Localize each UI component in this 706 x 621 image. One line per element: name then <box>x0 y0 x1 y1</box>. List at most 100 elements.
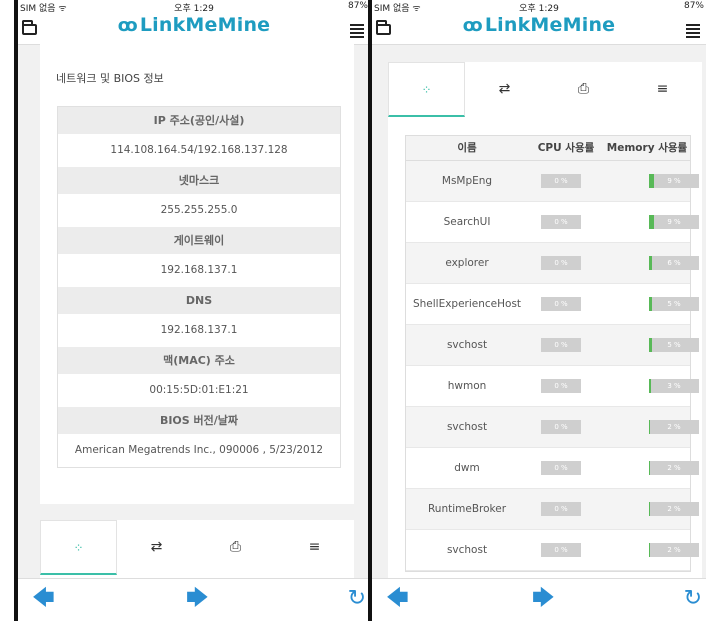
col-name: 이름 <box>457 142 477 154</box>
process-table: 이름 CPU 사용률 Memory 사용률 MsMpEng 0 % 9 % Searc… <box>405 135 699 572</box>
status-battery: 87% <box>347 1 368 11</box>
app-logo: ꝏ LinkMeMine <box>18 14 370 36</box>
table-header: 이름 CPU 사용률 Memory 사용률 <box>406 136 690 161</box>
bars-icon: ≡ <box>308 539 321 555</box>
table-row[interactable]: svchost 0 % 2 % <box>406 407 699 448</box>
bars-icon: ≡ <box>656 81 669 97</box>
infinity-icon: ꝏ <box>117 15 138 36</box>
forward-arrow-icon[interactable]: 🡆 <box>186 587 209 611</box>
app-header: SIM 없음 ᯤ 오후 1:29 87% ꝏ LinkMeMine <box>18 0 370 45</box>
infinity-icon: ꝏ <box>462 15 483 36</box>
cpu-usage-label: 0 % <box>554 505 568 513</box>
cpu-usage-label: 0 % <box>554 341 568 349</box>
cpu-usage-label: 0 % <box>554 464 568 472</box>
tab-bar: ⁘ ⇄ ⎙ ≡ <box>388 62 702 118</box>
forward-arrow-icon[interactable]: 🡆 <box>532 587 555 611</box>
info-label: IP 주소(공인/사설) <box>58 107 340 134</box>
info-value: 192.168.137.1 <box>58 314 340 347</box>
app-header: SIM 없음 ᯤ 오후 1:29 87% ꝏ LinkMeMine <box>372 0 706 45</box>
table-row[interactable]: ShellExperienceHost 0 % 5 % <box>406 284 699 325</box>
table-row[interactable]: MsMpEng 0 % 9 % <box>406 161 699 202</box>
left-edge-divider <box>14 0 18 621</box>
cpu-usage-label: 0 % <box>554 218 568 226</box>
reload-icon[interactable]: ↻ <box>684 587 702 611</box>
info-value: American Megatrends Inc., 090006 , 5/23/… <box>58 434 340 467</box>
cpu-usage-label: 0 % <box>554 382 568 390</box>
cpu-usage-bar: 0 % <box>541 543 581 557</box>
info-label: 맥(MAC) 주소 <box>58 347 340 374</box>
exchange-icon: ⇄ <box>150 539 163 555</box>
info-value: 192.168.137.1 <box>58 254 340 287</box>
memory-usage-bar: 9 % <box>649 174 699 188</box>
tab-network[interactable]: ⇄ <box>118 520 195 575</box>
memory-usage-label: 2 % <box>667 423 681 431</box>
memory-usage-bar: 2 % <box>649 502 699 516</box>
cpu-usage-bar: 0 % <box>541 215 581 229</box>
list-menu-icon[interactable] <box>350 24 364 38</box>
table-row[interactable]: svchost 0 % 5 % <box>406 325 699 366</box>
info-value: 00:15:5D:01:E1:21 <box>58 374 340 407</box>
info-label: DNS <box>58 287 340 314</box>
process-name: svchost <box>446 544 488 556</box>
process-name: SearchUI <box>443 216 491 228</box>
process-name: ShellExperienceHost <box>412 298 522 310</box>
process-name: explorer <box>445 257 489 269</box>
tab-more[interactable]: ≡ <box>624 62 701 117</box>
process-name: svchost <box>446 421 488 433</box>
cpu-usage-bar: 0 % <box>541 379 581 393</box>
process-name: MsMpEng <box>441 175 493 187</box>
tab-print[interactable]: ⎙ <box>545 62 622 117</box>
cpu-usage-bar: 0 % <box>541 461 581 475</box>
cpu-usage-label: 0 % <box>554 546 568 554</box>
tab-network[interactable]: ⇄ <box>466 62 543 117</box>
cpu-usage-bar: 0 % <box>541 338 581 352</box>
left-phone-screen: SIM 없음 ᯤ 오후 1:29 87% ꝏ LinkMeMine 네트워크 및 … <box>18 0 370 621</box>
col-cpu: CPU 사용률 <box>537 142 595 154</box>
table-row[interactable]: explorer 0 % 6 % <box>406 243 699 284</box>
cpu-usage-bar: 0 % <box>541 174 581 188</box>
memory-usage-bar: 2 % <box>649 543 699 557</box>
memory-usage-bar: 3 % <box>649 379 699 393</box>
back-arrow-icon[interactable]: 🡄 <box>386 587 409 611</box>
memory-usage-label: 5 % <box>667 300 681 308</box>
memory-usage-bar: 2 % <box>649 461 699 475</box>
memory-usage-bar: 5 % <box>649 338 699 352</box>
section-title: 네트워크 및 BIOS 정보 <box>56 72 164 85</box>
memory-usage-bar: 9 % <box>649 215 699 229</box>
memory-usage-label: 2 % <box>667 505 681 513</box>
tab-print[interactable]: ⎙ <box>197 520 274 575</box>
tab-processes[interactable]: ⁘ <box>40 520 117 575</box>
table-row[interactable]: svchost 0 % 2 % <box>406 530 699 571</box>
cpu-usage-label: 0 % <box>554 259 568 267</box>
memory-usage-label: 3 % <box>667 382 681 390</box>
memory-usage-label: 6 % <box>667 259 681 267</box>
memory-usage-label: 9 % <box>667 218 681 226</box>
info-label: 게이트웨이 <box>58 227 340 254</box>
process-name: dwm <box>454 462 480 474</box>
status-time: 오후 1:29 <box>174 4 214 14</box>
cpu-usage-bar: 0 % <box>541 420 581 434</box>
memory-usage-label: 2 % <box>667 464 681 472</box>
status-battery: 87% <box>683 1 704 11</box>
nav-bar: 🡄 🡆 ↻ <box>18 578 370 621</box>
info-label: 넷마스크 <box>58 167 340 194</box>
tab-more[interactable]: ≡ <box>276 520 353 575</box>
process-name: RuntimeBroker <box>427 503 507 515</box>
cpu-usage-bar: 0 % <box>541 297 581 311</box>
right-phone-screen: SIM 없음 ᯤ 오후 1:29 87% ꝏ LinkMeMine ⁘ ⇄ ⎙ ≡… <box>372 0 706 621</box>
back-arrow-icon[interactable]: 🡄 <box>32 587 55 611</box>
list-menu-icon[interactable] <box>686 24 700 38</box>
table-row[interactable]: SearchUI 0 % 9 % <box>406 202 699 243</box>
memory-usage-bar: 5 % <box>649 297 699 311</box>
reload-icon[interactable]: ↻ <box>348 587 366 611</box>
nav-bar: 🡄 🡆 ↻ <box>372 578 706 621</box>
table-row[interactable]: RuntimeBroker 0 % 2 % <box>406 489 699 530</box>
cpu-usage-label: 0 % <box>554 423 568 431</box>
memory-usage-label: 9 % <box>667 177 681 185</box>
tab-processes[interactable]: ⁘ <box>388 62 465 117</box>
app-logo: ꝏ LinkMeMine <box>372 14 706 36</box>
table-row[interactable]: dwm 0 % 2 % <box>406 448 699 489</box>
table-row[interactable]: hwmon 0 % 3 % <box>406 366 699 407</box>
memory-usage-label: 5 % <box>667 341 681 349</box>
memory-usage-bar: 6 % <box>649 256 699 270</box>
